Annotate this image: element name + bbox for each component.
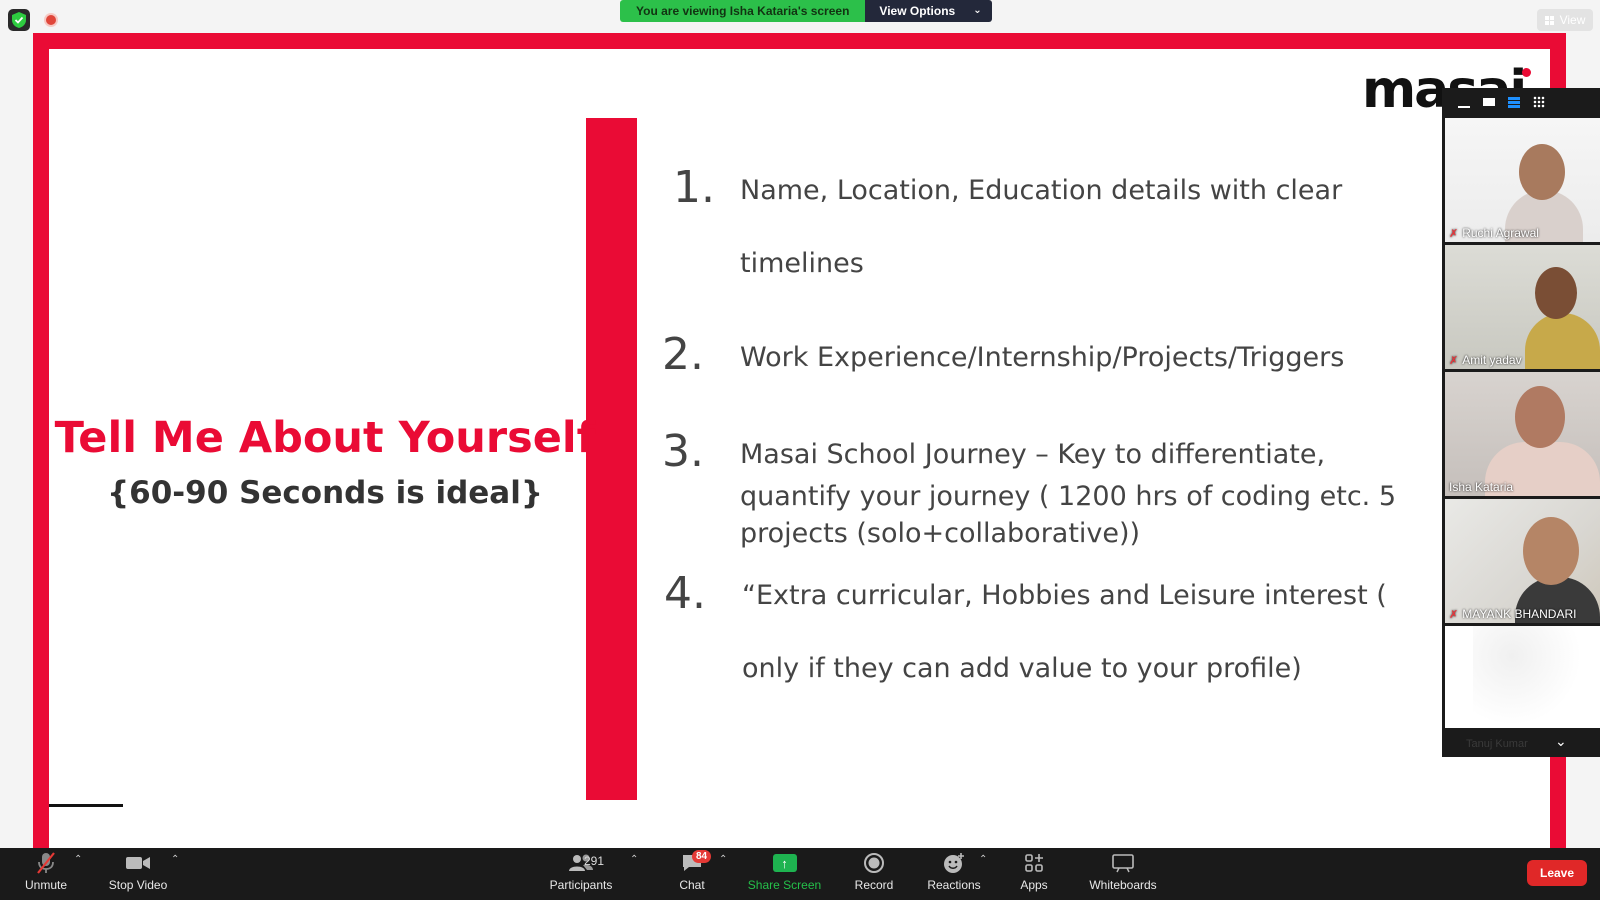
chat-button[interactable]: 84 Chat <box>677 848 712 900</box>
whiteboards-button[interactable]: Whiteboards <box>1088 848 1158 900</box>
item-number: 3. <box>662 426 704 477</box>
item-text-line: projects (solo+collaborative)) <box>740 518 1141 549</box>
participant-head <box>1519 144 1565 200</box>
item-number: 1. <box>673 162 715 213</box>
participant-video-tile[interactable]: ✗ Ruchi Agrawal <box>1445 118 1600 242</box>
unmute-label: Unmute <box>24 878 68 892</box>
participants-options-caret-icon[interactable]: ⌃ <box>630 854 638 865</box>
apps-label: Apps <box>1020 878 1048 892</box>
gallery-toolbar <box>1442 88 1600 116</box>
participant-video-tile[interactable]: Isha Kataria <box>1445 372 1600 496</box>
chevron-down-icon: ⌄ <box>973 5 982 16</box>
share-screen-button[interactable]: ↑ Share Screen <box>747 848 822 900</box>
mic-muted-icon: ✗ <box>1449 608 1459 621</box>
chat-label: Chat <box>679 878 705 892</box>
recording-indicator-icon <box>46 15 56 25</box>
whiteboard-icon <box>1112 848 1134 878</box>
participants-icon: 291 <box>548 848 614 878</box>
participant-name: Isha Kataria <box>1449 480 1514 494</box>
grid-view-icon <box>1544 15 1555 25</box>
item-number: 2. <box>662 329 704 380</box>
item-text-line: quantify your journey ( 1200 hrs of codi… <box>740 481 1397 512</box>
smiley-reaction-icon <box>942 848 966 878</box>
view-button-label: View <box>1559 13 1586 27</box>
stop-video-button[interactable]: Stop Video <box>105 848 171 900</box>
reactions-options-caret-icon[interactable]: ⌃ <box>979 854 987 865</box>
speaker-view-icon[interactable] <box>1481 94 1497 110</box>
reactions-button[interactable]: Reactions <box>926 848 982 900</box>
view-options-button[interactable]: View Options ⌄ <box>865 0 992 22</box>
record-label: Record <box>854 878 894 892</box>
stop-video-label: Stop Video <box>108 878 168 892</box>
reactions-label: Reactions <box>927 878 981 892</box>
participant-head <box>1515 386 1565 448</box>
record-icon <box>863 848 885 878</box>
participant-video-tile[interactable]: ✗ MAYANK BHANDARI <box>1445 499 1600 623</box>
view-button[interactable]: View <box>1537 9 1593 31</box>
unmute-button[interactable]: Unmute <box>20 848 72 900</box>
item-text-line: timelines <box>740 248 864 279</box>
video-camera-icon <box>125 848 151 878</box>
logo-accent-dot <box>1522 68 1531 77</box>
security-shield-icon[interactable] <box>8 9 30 31</box>
item-text-line: Masai School Journey – Key to differenti… <box>740 439 1326 470</box>
top-bar: You are viewing Isha Kataria's screen Vi… <box>0 0 1600 34</box>
share-screen-label: Share Screen <box>747 878 822 892</box>
participant-video-tile[interactable]: ✗ Amit yadav <box>1445 245 1600 369</box>
participant-video-tile[interactable] <box>1445 626 1600 728</box>
gallery-view-icon[interactable] <box>1531 94 1547 110</box>
participant-name: ✗ MAYANK BHANDARI <box>1449 607 1577 621</box>
mic-muted-icon: ✗ <box>1449 227 1459 240</box>
apps-button[interactable]: Apps <box>1018 848 1050 900</box>
chat-options-caret-icon[interactable]: ⌃ <box>719 854 727 865</box>
item-text-line: Work Experience/Internship/Projects/Trig… <box>740 342 1345 373</box>
video-gallery-panel: ✗ Ruchi Agrawal ✗ Amit yadav Isha Katari… <box>1442 88 1600 757</box>
participants-label: Participants <box>549 878 613 892</box>
leave-button[interactable]: Leave <box>1527 860 1587 886</box>
audio-options-caret-icon[interactable]: ⌃ <box>74 854 82 865</box>
slide-underline <box>49 804 123 807</box>
participant-name: ✗ Ruchi Agrawal <box>1449 226 1539 240</box>
meeting-toolbar: Unmute ⌃ Stop Video ⌃ 291 Participants ⌃… <box>0 848 1600 900</box>
apps-icon <box>1024 848 1044 878</box>
item-number: 4. <box>664 568 706 619</box>
minimize-icon[interactable] <box>1456 94 1472 110</box>
participant-head <box>1535 267 1577 319</box>
slide-title: Tell Me About Yourself <box>54 413 596 463</box>
item-text-line: “Extra curricular, Hobbies and Leisure i… <box>742 580 1387 611</box>
participant-name: Tanuj Kumar <box>1466 738 1528 750</box>
chevron-down-icon[interactable]: ⌄ <box>1555 733 1567 750</box>
participants-count: 291 <box>584 854 605 868</box>
record-button[interactable]: Record <box>852 848 896 900</box>
share-screen-icon: ↑ <box>772 848 797 878</box>
slide-frame-top <box>33 33 1566 49</box>
view-options-label: View Options <box>879 4 956 18</box>
participants-button[interactable]: 291 Participants <box>548 848 614 900</box>
chat-unread-badge: 84 <box>692 850 712 863</box>
item-text-line: Name, Location, Education details with c… <box>740 175 1343 206</box>
filmstrip-view-icon[interactable] <box>1506 94 1522 110</box>
video-options-caret-icon[interactable]: ⌃ <box>171 854 179 865</box>
screen-share-banner: You are viewing Isha Kataria's screen Vi… <box>620 0 992 22</box>
slide-subtitle: {60-90 Seconds is ideal} <box>107 475 543 511</box>
mic-muted-icon <box>35 848 57 878</box>
whiteboards-label: Whiteboards <box>1089 878 1157 892</box>
item-text-line: only if they can add value to your profi… <box>742 653 1302 684</box>
participant-background <box>1473 626 1600 726</box>
participant-head <box>1523 517 1579 585</box>
viewing-label: You are viewing Isha Kataria's screen <box>620 0 866 22</box>
mic-muted-icon: ✗ <box>1449 354 1459 367</box>
participant-body <box>1525 313 1600 369</box>
participant-name: ✗ Amit yadav <box>1449 353 1522 367</box>
chat-bubble-icon: 84 <box>677 848 712 878</box>
gallery-footer: Tanuj Kumar ⌄ <box>1442 730 1600 757</box>
